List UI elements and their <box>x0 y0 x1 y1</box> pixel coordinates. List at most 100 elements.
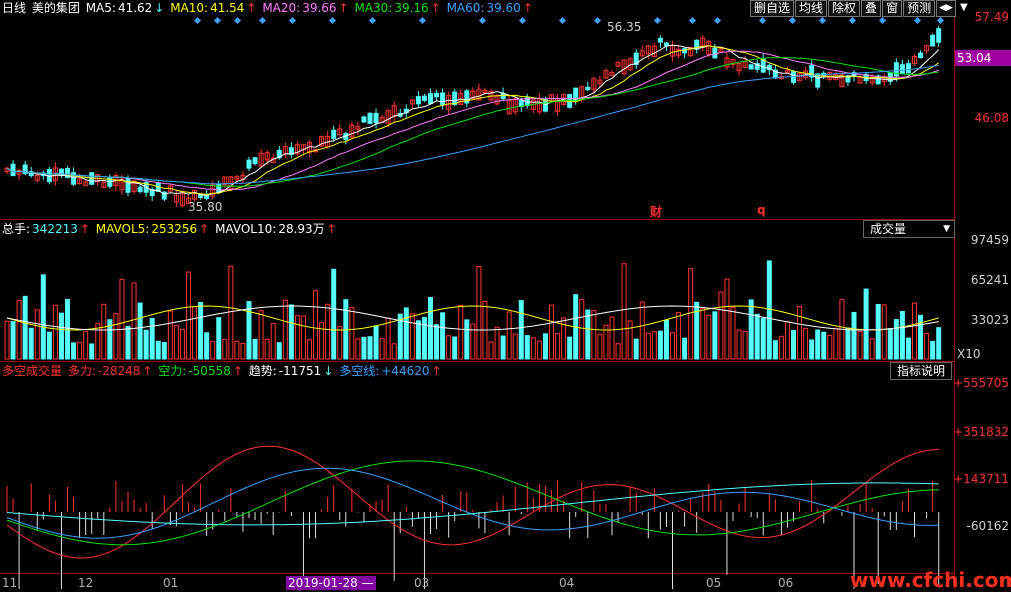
ma60-value: 39.60 <box>486 1 521 15</box>
window-button[interactable]: 窗 <box>882 0 903 17</box>
indicator-axis-c: +143711 <box>953 472 1009 486</box>
candle-body <box>899 64 905 74</box>
volume-bar <box>621 263 627 360</box>
volume-bar <box>918 314 924 360</box>
volume-bar <box>440 312 446 360</box>
kline-chart-surface[interactable] <box>0 0 1011 589</box>
ma30-arrow-icon: ↑ <box>430 1 441 15</box>
volume-bar <box>488 341 494 360</box>
financial-report-marker[interactable]: 财 <box>650 203 662 220</box>
volume-selector-label: 成交量 <box>870 222 907 236</box>
candle-body <box>331 129 337 139</box>
volume-bar <box>518 300 524 360</box>
volume-bar <box>252 338 258 360</box>
volume-bar <box>506 311 512 360</box>
volume-bar <box>264 338 270 360</box>
volume-bar <box>682 337 688 360</box>
candle-body <box>905 63 911 74</box>
volume-bar <box>228 265 234 360</box>
volume-bar <box>639 301 645 360</box>
mavol10-label: MAVOL10: <box>215 222 277 236</box>
volume-bar <box>591 309 597 360</box>
volume-bar <box>724 278 730 360</box>
candle-body <box>791 71 796 83</box>
volume-bar <box>912 302 917 360</box>
volume-bar <box>597 333 603 360</box>
volume-bar <box>385 317 391 360</box>
line-label: 多空线: <box>339 364 380 378</box>
event-diamond-icon <box>193 16 202 25</box>
volume-bar <box>4 320 10 360</box>
volume-bar <box>125 325 131 360</box>
volume-bar <box>258 310 264 360</box>
nav-arrows-icon[interactable]: ◀▶ <box>936 0 956 17</box>
ma5-label: MA5: <box>85 1 116 15</box>
mavol10-arrow-icon: ↑ <box>326 222 337 236</box>
volume-bar <box>428 296 433 360</box>
stock-name: 美的集团 <box>31 1 80 15</box>
indicator-help-button[interactable]: 指标说明 <box>890 362 953 380</box>
trend-label: 趋势: <box>248 364 277 378</box>
period-label[interactable]: 日线 <box>2 1 26 15</box>
forecast-button[interactable]: 预测 <box>903 0 936 17</box>
volume-bar <box>476 266 482 360</box>
event-diamond-icon <box>418 16 427 25</box>
volume-bar <box>77 341 83 360</box>
date-label-06: 06 <box>778 576 794 590</box>
q-marker[interactable]: q <box>757 203 766 217</box>
kong-value: -50558 <box>188 364 231 378</box>
volume-header: 总手: 342213 ↑ MAVOL5: 253256 ↑ MAVOL10: 28.93万… <box>2 222 339 236</box>
candle-body <box>10 163 16 177</box>
volume-bar <box>555 333 561 360</box>
volume-bar <box>367 336 373 360</box>
volume-bar <box>10 321 16 360</box>
indicator-line <box>6 482 939 526</box>
ma30-value: 39.16 <box>394 1 429 15</box>
moving-average-button[interactable]: 均线 <box>795 0 828 17</box>
volume-bar <box>549 304 554 360</box>
total-volume-label: 总手: <box>2 222 31 236</box>
date-label-03: 03 <box>414 576 430 590</box>
date-label-01: 01 <box>163 576 179 590</box>
candle-body <box>440 92 446 106</box>
volume-bar <box>204 332 210 360</box>
volume-bar <box>186 271 191 360</box>
kong-label: 空力: <box>158 364 187 378</box>
ma10-value: 41.54 <box>210 1 245 15</box>
date-label-04: 04 <box>559 576 575 590</box>
ex-rights-button[interactable]: 除权 <box>828 0 861 17</box>
volume-bar <box>452 336 458 360</box>
event-diamond-icon <box>818 16 827 25</box>
chevron-down-icon: ▼ <box>943 224 950 234</box>
volume-bar <box>409 313 415 360</box>
indicator-line <box>6 445 939 559</box>
event-diamond-icon <box>878 16 887 25</box>
volume-indicator-selector[interactable]: 成交量 ▼ <box>863 220 955 238</box>
volume-bar <box>815 329 821 360</box>
indicator-axis-b: +351832 <box>953 425 1009 439</box>
volume-bar <box>46 331 52 360</box>
volume-bar <box>16 299 22 360</box>
overlay-button[interactable]: 叠 <box>861 0 882 17</box>
candle-body <box>936 28 942 43</box>
volume-bar <box>615 343 621 360</box>
ma10-label: MA10: <box>170 1 209 15</box>
line-value: +44620 <box>381 364 430 378</box>
volume-bar <box>282 299 288 360</box>
duo-value: -28248 <box>97 364 141 378</box>
volume-bar <box>470 323 476 360</box>
volume-bar <box>645 332 651 360</box>
ma5-line <box>6 44 940 196</box>
candle-body <box>434 92 440 98</box>
volume-bar <box>657 330 663 360</box>
indicator-name[interactable]: 多空成交量 <box>2 364 62 378</box>
volume-bar <box>930 340 936 360</box>
event-diamond-icon <box>478 16 487 25</box>
volume-bar <box>542 333 548 360</box>
duo-label: 多力: <box>67 364 96 378</box>
ma60-label: MA60: <box>446 1 485 15</box>
chevron-down-icon[interactable]: ▼ <box>957 0 971 17</box>
remove-favorite-button[interactable]: 删自选 <box>750 0 795 17</box>
volume-bar <box>567 336 573 360</box>
volume-bar <box>319 322 325 360</box>
